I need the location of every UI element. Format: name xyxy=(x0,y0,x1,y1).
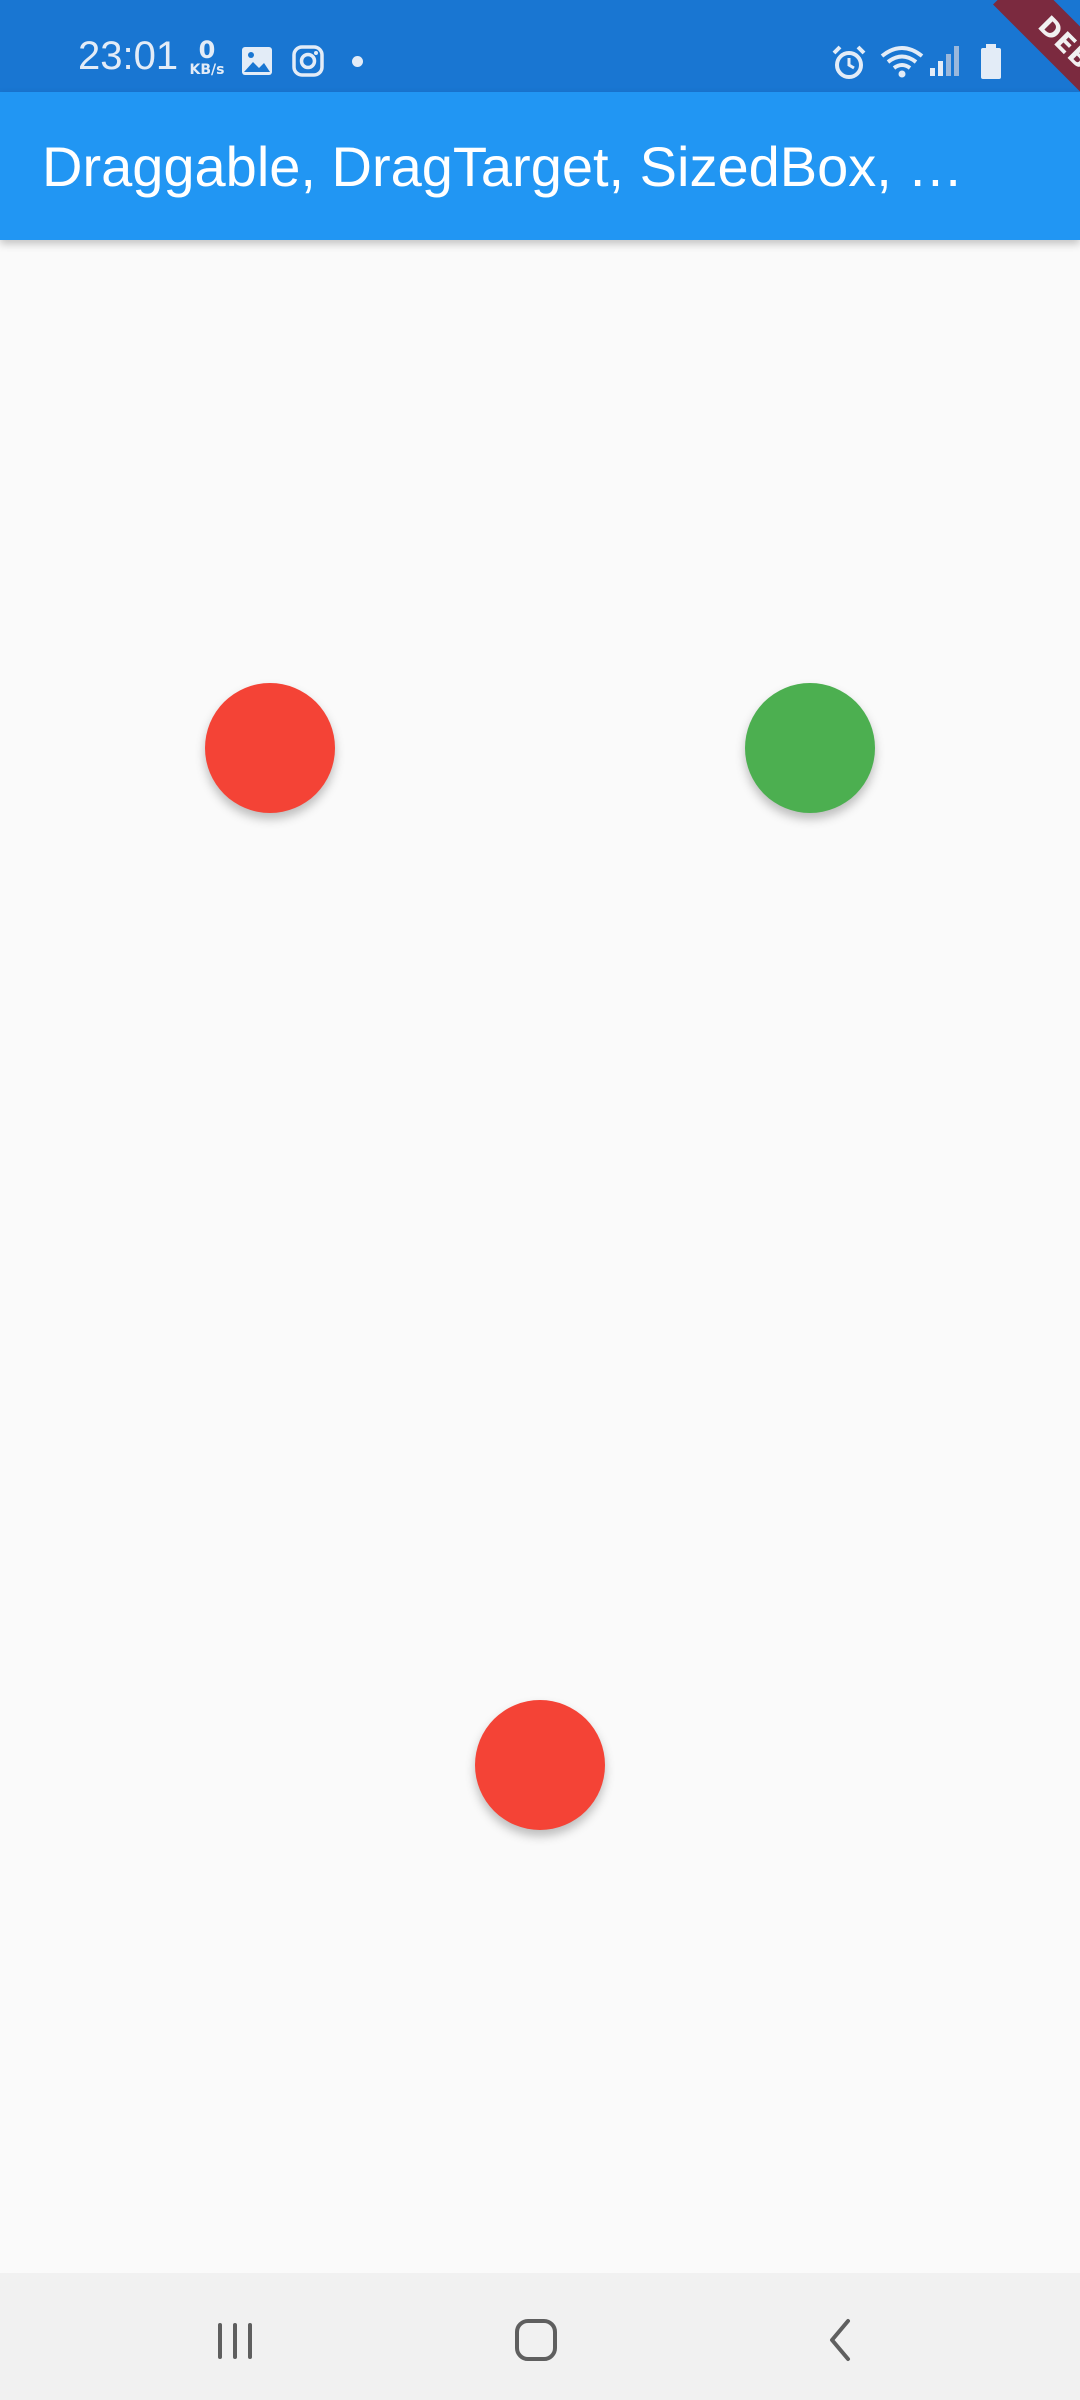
alarm-icon xyxy=(832,45,866,79)
red-draggable-circle-left[interactable] xyxy=(205,683,335,813)
app-bar: Draggable, DragTarget, SizedBox, … xyxy=(0,92,1080,240)
battery-icon xyxy=(981,44,1001,79)
green-drag-target-circle[interactable] xyxy=(745,683,875,813)
notification-dot-icon xyxy=(352,56,363,67)
network-speed-unit: KB/s xyxy=(189,62,225,78)
instagram-icon xyxy=(292,45,324,77)
wifi-icon xyxy=(880,46,924,78)
network-speed-indicator: 0 KB/s xyxy=(186,38,228,82)
red-draggable-circle-bottom[interactable] xyxy=(475,1700,605,1830)
back-icon[interactable] xyxy=(800,2303,880,2373)
home-icon[interactable] xyxy=(497,2303,577,2373)
recent-apps-icon[interactable] xyxy=(195,2303,275,2373)
navigation-bar xyxy=(0,2273,1080,2400)
app-bar-title: Draggable, DragTarget, SizedBox, … xyxy=(42,136,964,198)
status-bar: 23:01 0 KB/s xyxy=(0,0,1080,92)
gallery-icon xyxy=(242,47,272,75)
network-speed-value: 0 xyxy=(198,36,216,64)
status-time: 23:01 xyxy=(78,34,179,78)
cellular-signal-icon xyxy=(930,46,959,76)
